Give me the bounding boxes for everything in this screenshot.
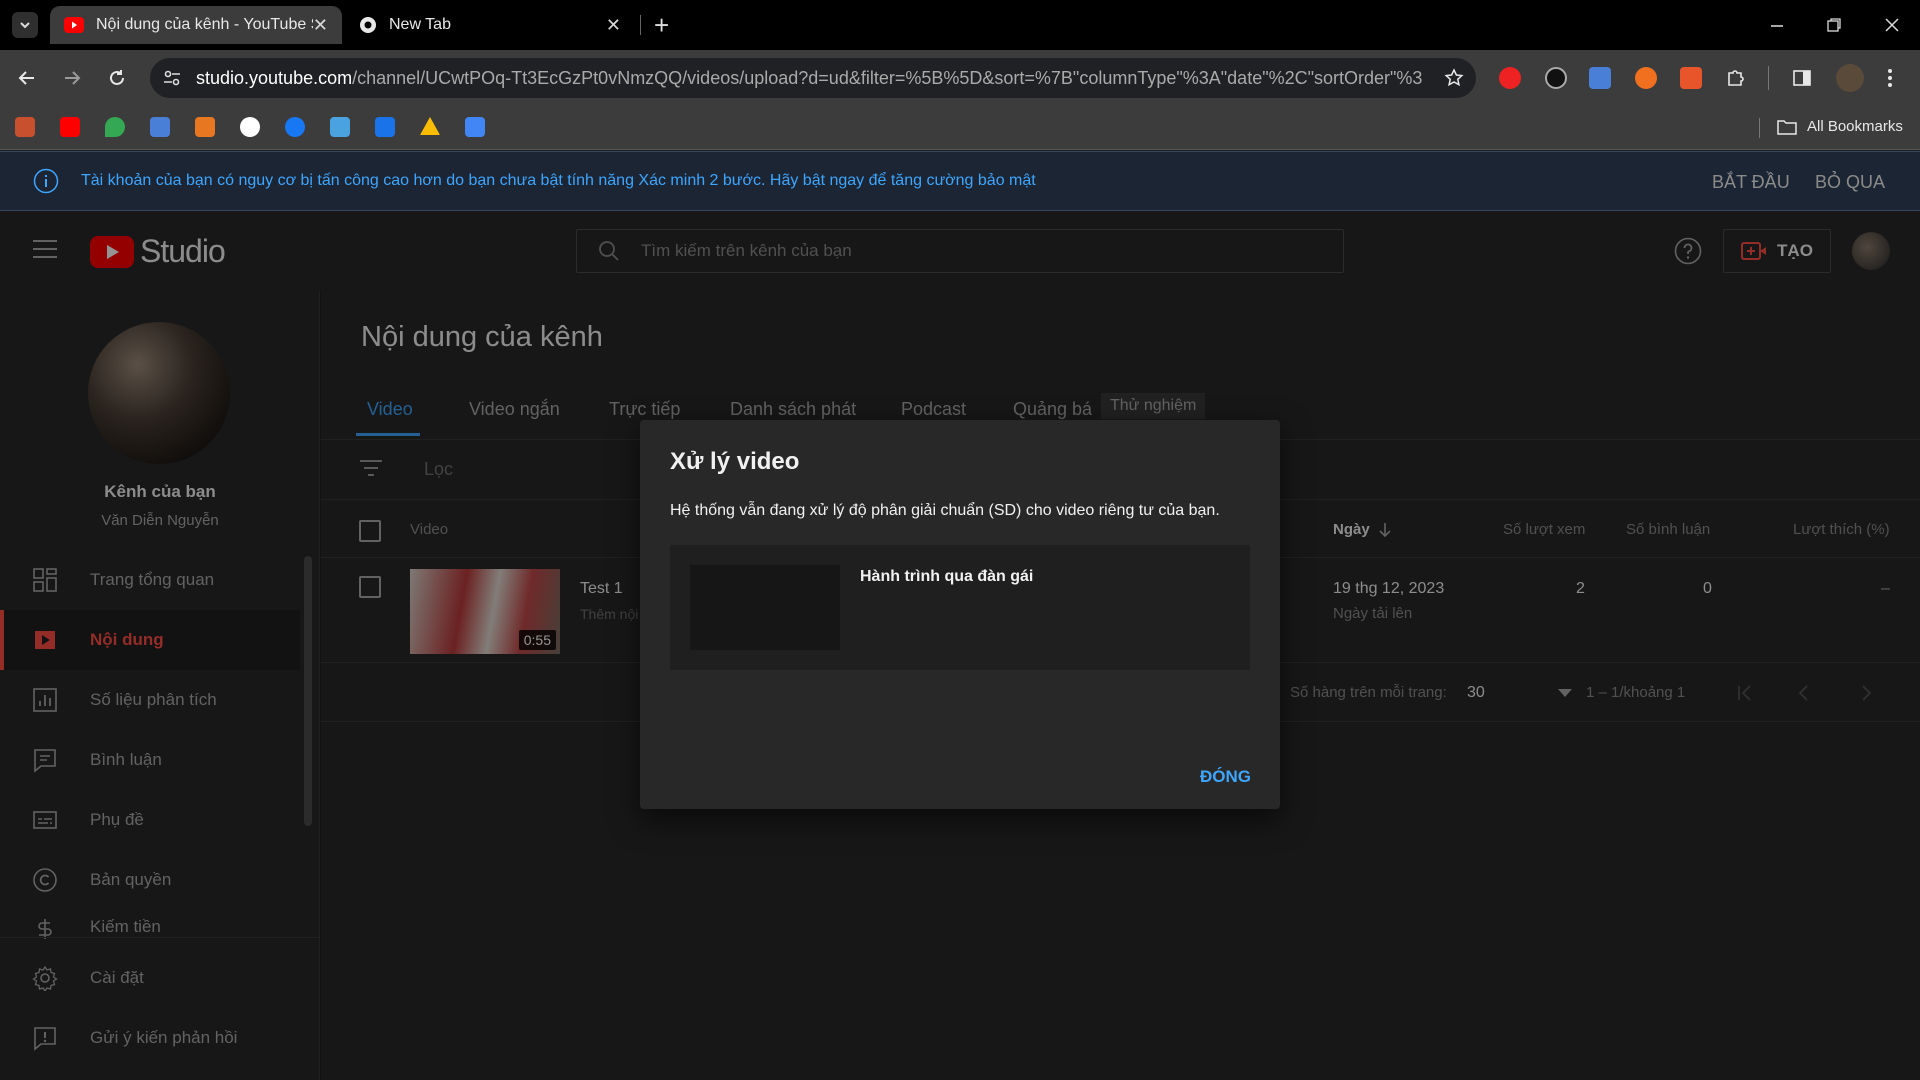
minimize-icon[interactable] bbox=[1769, 18, 1785, 34]
forward-icon[interactable] bbox=[62, 68, 82, 88]
chevron-down-icon bbox=[20, 22, 30, 29]
folder-icon bbox=[1777, 119, 1797, 135]
skip-button[interactable]: BỎ QUA bbox=[1815, 172, 1885, 193]
site-settings-icon[interactable] bbox=[162, 68, 182, 88]
bookmark-ai-icon[interactable] bbox=[375, 117, 395, 137]
bookmark-store-icon[interactable] bbox=[15, 117, 35, 137]
browser-tab-strip: Nội dung của kênh - YouTube Studio ✕ New… bbox=[0, 0, 1920, 50]
extension-icon[interactable] bbox=[1680, 67, 1702, 89]
processing-dialog: Xử lý video Hệ thống vẫn đang xử lý độ p… bbox=[640, 420, 1280, 809]
video-card: Hành trình qua đàn gái bbox=[670, 545, 1250, 670]
dialog-video-title: Hành trình qua đàn gái bbox=[860, 568, 1034, 585]
info-icon bbox=[33, 168, 59, 194]
chrome-favicon-icon bbox=[360, 17, 376, 33]
bookmark-maps-icon[interactable] bbox=[105, 117, 125, 137]
all-bookmarks-label: All Bookmarks bbox=[1807, 118, 1903, 135]
close-button[interactable]: ĐÓNG bbox=[1200, 767, 1251, 787]
bookmark-youtube-icon[interactable] bbox=[60, 117, 80, 137]
bookmarks-bar: All Bookmarks bbox=[0, 106, 1920, 150]
bookmark-drive-icon[interactable] bbox=[420, 117, 440, 135]
close-tab-icon[interactable]: ✕ bbox=[313, 15, 328, 36]
restore-icon[interactable] bbox=[1826, 17, 1842, 33]
toolbar-divider bbox=[1768, 66, 1769, 90]
bookmark-star-icon[interactable] bbox=[1444, 68, 1464, 88]
extension-icon[interactable] bbox=[1499, 67, 1521, 89]
dialog-title: Xử lý video bbox=[670, 448, 800, 475]
browser-toolbar: studio.youtube.com /channel/UCwtPOq-Tt3E… bbox=[0, 50, 1920, 106]
address-bar[interactable]: studio.youtube.com /channel/UCwtPOq-Tt3E… bbox=[150, 58, 1476, 98]
side-panel-icon[interactable] bbox=[1791, 67, 1813, 89]
security-banner: Tài khoản của bạn có nguy cơ bị tấn công… bbox=[0, 151, 1920, 211]
back-icon[interactable] bbox=[17, 68, 37, 88]
tab-search-button[interactable] bbox=[12, 12, 38, 38]
reload-icon[interactable] bbox=[107, 68, 127, 88]
bookmark-threads-icon[interactable] bbox=[240, 117, 260, 137]
tab-title: New Tab bbox=[389, 16, 451, 33]
start-button[interactable]: BẮT ĐẦU bbox=[1712, 172, 1790, 193]
bookmark-app-icon[interactable] bbox=[330, 117, 350, 137]
close-tab-icon[interactable]: ✕ bbox=[606, 15, 621, 36]
new-tab-button[interactable]: + bbox=[654, 10, 669, 41]
url-path: /channel/UCwtPOq-Tt3EcGzPt0vNmzQQ/videos… bbox=[352, 67, 1423, 88]
bookmark-office-icon[interactable] bbox=[195, 117, 215, 137]
close-window-icon[interactable] bbox=[1884, 17, 1900, 33]
extensions-puzzle-icon[interactable] bbox=[1725, 67, 1747, 89]
translate-extension-icon[interactable] bbox=[1589, 67, 1611, 89]
extension-icon[interactable] bbox=[1635, 67, 1657, 89]
all-bookmarks-button[interactable]: All Bookmarks bbox=[1777, 118, 1903, 135]
tab-divider bbox=[640, 15, 641, 35]
dialog-message: Hệ thống vẫn đang xử lý độ phân giải chu… bbox=[670, 502, 1220, 519]
youtube-favicon-icon bbox=[64, 17, 84, 33]
bookmark-meta-icon[interactable] bbox=[285, 117, 305, 137]
banner-message: Tài khoản của bạn có nguy cơ bị tấn công… bbox=[81, 172, 1036, 189]
bookmark-calendar-icon[interactable] bbox=[465, 117, 485, 137]
url-domain: studio.youtube.com bbox=[196, 67, 353, 88]
video-thumbnail-placeholder bbox=[690, 565, 840, 650]
extension-icon[interactable] bbox=[1545, 67, 1567, 89]
browser-tab-studio[interactable]: Nội dung của kênh - YouTube Studio ✕ bbox=[50, 6, 342, 44]
bookmarks-divider bbox=[1759, 118, 1760, 138]
tab-title: Nội dung của kênh - YouTube Studio bbox=[96, 16, 313, 33]
browser-tab-newtab[interactable]: New Tab ✕ bbox=[345, 6, 635, 44]
bookmark-translate-icon[interactable] bbox=[150, 117, 170, 137]
more-vert-icon[interactable] bbox=[1886, 67, 1894, 89]
profile-avatar[interactable] bbox=[1836, 64, 1864, 92]
